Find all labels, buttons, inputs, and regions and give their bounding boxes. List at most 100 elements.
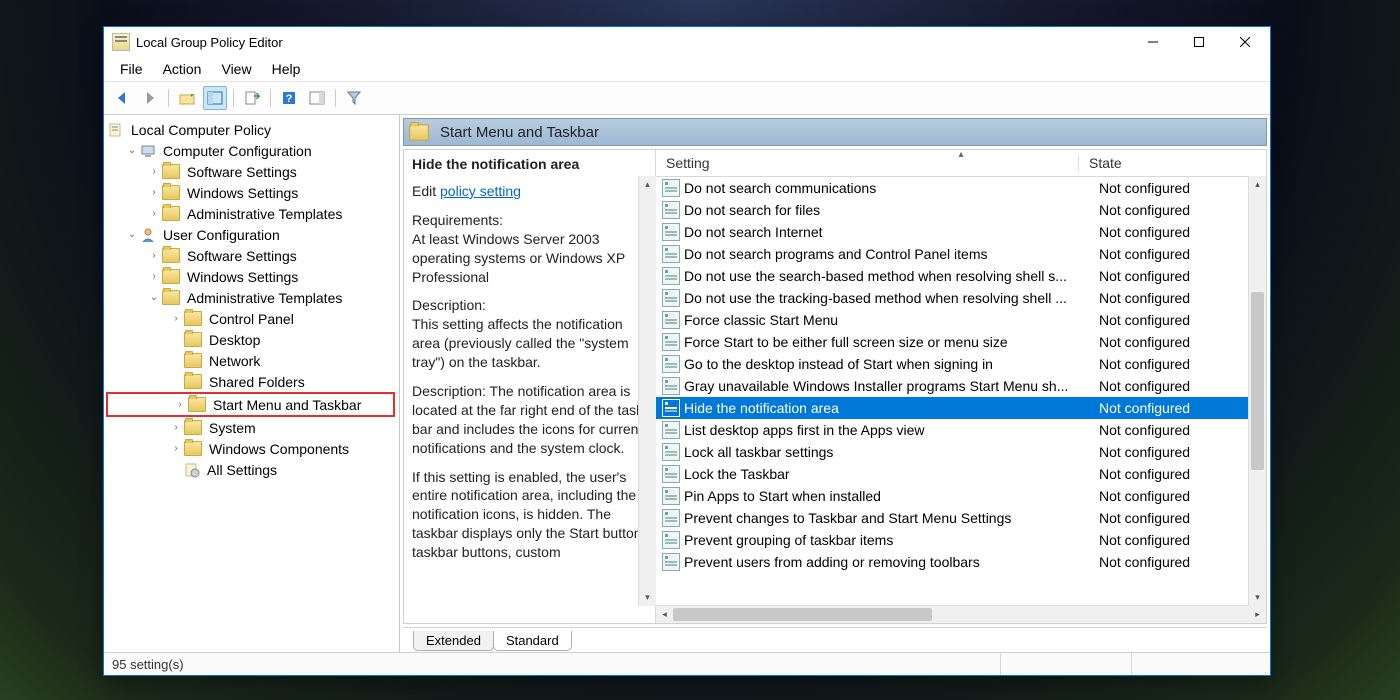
list-row[interactable]: Gray unavailable Windows Installer progr… [656, 375, 1266, 397]
list-row[interactable]: Do not use the tracking-based method whe… [656, 287, 1266, 309]
tree-item[interactable]: Network [104, 350, 399, 371]
info-vertical-scrollbar[interactable]: ▴ ▾ [638, 176, 656, 606]
expander-icon[interactable]: › [148, 187, 160, 199]
expander-icon[interactable]: › [170, 313, 182, 325]
toolbar-separator [233, 89, 234, 107]
setting-name: Do not search programs and Control Panel… [684, 246, 1091, 262]
tree-item-label: Software Settings [184, 163, 300, 181]
tree-item[interactable]: ⌄User Configuration [104, 224, 399, 245]
minimize-button[interactable] [1130, 27, 1176, 57]
tree-item[interactable]: Desktop [104, 329, 399, 350]
expander-icon[interactable] [170, 376, 182, 388]
export-button[interactable] [240, 86, 264, 110]
tree-item[interactable]: ›Administrative Templates [104, 203, 399, 224]
expander-icon[interactable]: › [170, 422, 182, 434]
tree-item[interactable]: › Software Settings [104, 161, 399, 182]
tree-item[interactable]: Shared Folders [104, 371, 399, 392]
expander-icon[interactable]: › [148, 271, 160, 283]
list-row[interactable]: Prevent changes to Taskbar and Start Men… [656, 507, 1266, 529]
tree-pane[interactable]: Local Computer Policy ⌄ Computer Configur… [104, 115, 400, 652]
menu-action[interactable]: Action [153, 59, 212, 79]
list-row[interactable]: Hide the notification areaNot configured [656, 397, 1266, 419]
tree-item[interactable]: ›Software Settings [104, 245, 399, 266]
list-row[interactable]: Lock the TaskbarNot configured [656, 463, 1266, 485]
list-row[interactable]: Prevent grouping of taskbar itemsNot con… [656, 529, 1266, 551]
list-row[interactable]: Do not search programs and Control Panel… [656, 243, 1266, 265]
expander-icon[interactable]: › [148, 166, 160, 178]
menu-view[interactable]: View [211, 59, 261, 79]
tree-item[interactable]: ⌄ Computer Configuration [104, 140, 399, 161]
up-button[interactable] [175, 86, 199, 110]
scroll-left-icon[interactable]: ◂ [656, 606, 673, 623]
scroll-up-icon[interactable]: ▴ [1249, 176, 1266, 193]
column-state[interactable]: State [1078, 155, 1249, 171]
horizontal-scrollbar[interactable]: ◂ ▸ [656, 605, 1266, 623]
expander-icon[interactable] [170, 355, 182, 367]
maximize-button[interactable] [1176, 27, 1222, 57]
column-setting[interactable]: Setting [656, 155, 1078, 171]
setting-name: Hide the notification area [684, 400, 1091, 416]
menu-file[interactable]: File [110, 59, 153, 79]
expander-icon[interactable]: › [148, 250, 160, 262]
scroll-down-icon[interactable]: ▾ [1249, 589, 1266, 606]
tree-root[interactable]: Local Computer Policy [104, 119, 399, 140]
tree-item-label: Computer Configuration [160, 142, 315, 160]
sort-indicator-icon: ▴ [958, 149, 963, 160]
close-button[interactable] [1222, 27, 1268, 57]
tree-item[interactable]: ⌄Administrative Templates [104, 287, 399, 308]
expander-icon[interactable]: › [170, 443, 182, 455]
list-row[interactable]: Do not search communicationsNot configur… [656, 177, 1266, 199]
show-hide-tree-button[interactable] [203, 86, 227, 110]
setting-state: Not configured [1091, 246, 1249, 262]
list-vertical-scrollbar[interactable]: ▴ ▾ [1248, 176, 1266, 606]
setting-state: Not configured [1091, 488, 1249, 504]
expander-icon[interactable]: ⌄ [148, 292, 160, 304]
tree-item[interactable]: ›Windows Components [104, 438, 399, 459]
scrollbar-thumb[interactable] [1251, 292, 1264, 470]
scroll-up-icon[interactable]: ▴ [639, 176, 656, 193]
edit-policy-link[interactable]: policy setting [440, 183, 521, 199]
status-bar: 95 setting(s) [104, 652, 1270, 675]
list-row[interactable]: Force Start to be either full screen siz… [656, 331, 1266, 353]
forward-button[interactable] [138, 86, 162, 110]
expander-icon[interactable]: ⌄ [126, 145, 138, 157]
info-pane: Hide the notification area Edit policy s… [404, 150, 655, 623]
tree-item[interactable]: All Settings [104, 459, 399, 480]
expander-icon[interactable] [170, 464, 182, 476]
tree-item[interactable]: ›Control Panel [104, 308, 399, 329]
tree-item[interactable]: ›System [104, 417, 399, 438]
list-row[interactable]: Do not use the search-based method when … [656, 265, 1266, 287]
menu-help[interactable]: Help [262, 59, 311, 79]
help-button[interactable]: ? [277, 86, 301, 110]
tree-item-label: Start Menu and Taskbar [210, 396, 364, 414]
tab-standard[interactable]: Standard [493, 631, 572, 651]
tab-extended[interactable]: Extended [413, 631, 494, 651]
tree-item[interactable]: › Windows Settings [104, 182, 399, 203]
toolbar-separator [168, 89, 169, 107]
list-row[interactable]: List desktop apps first in the Apps view… [656, 419, 1266, 441]
list-row[interactable]: Do not search for filesNot configured [656, 199, 1266, 221]
action-pane-button[interactable] [305, 86, 329, 110]
filter-button[interactable] [342, 86, 366, 110]
expander-icon[interactable]: › [174, 399, 186, 411]
expander-icon[interactable] [170, 334, 182, 346]
tree-item-label: Windows Settings [184, 184, 301, 202]
list-row[interactable]: Pin Apps to Start when installedNot conf… [656, 485, 1266, 507]
tree-item[interactable]: ›Windows Settings [104, 266, 399, 287]
list-row[interactable]: Go to the desktop instead of Start when … [656, 353, 1266, 375]
scroll-right-icon[interactable]: ▸ [1249, 606, 1266, 623]
tree-item-label: All Settings [204, 461, 280, 479]
list-header[interactable]: ▴ Setting State [656, 150, 1266, 177]
list-row[interactable]: Prevent users from adding or removing to… [656, 551, 1266, 573]
scroll-down-icon[interactable]: ▾ [639, 589, 656, 606]
list-row[interactable]: Do not search InternetNot configured [656, 221, 1266, 243]
window-title: Local Group Policy Editor [136, 35, 1130, 50]
tree-item[interactable]: › Start Menu and Taskbar [106, 392, 395, 417]
expander-icon[interactable]: ⌄ [126, 229, 138, 241]
scrollbar-thumb[interactable] [673, 608, 932, 621]
list-row[interactable]: Lock all taskbar settingsNot configured [656, 441, 1266, 463]
list-row[interactable]: Force classic Start MenuNot configured [656, 309, 1266, 331]
expander-icon[interactable]: › [148, 208, 160, 220]
tree-item-label: Desktop [206, 331, 263, 349]
back-button[interactable] [110, 86, 134, 110]
